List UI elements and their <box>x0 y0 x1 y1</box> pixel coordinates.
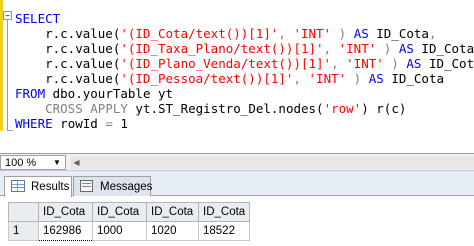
horizontal-scrollbar[interactable]: ◀ <box>70 156 474 169</box>
code-line[interactable]: r.c.value('(ID_Pessoa/text())[1]', 'INT'… <box>15 71 474 86</box>
code-line[interactable]: r.c.value('(ID_Taxa_Plano/text())[1]', '… <box>15 41 474 56</box>
code-token: '(ID_Plano_Venda/text())[1]' <box>120 56 332 71</box>
code-token: dbo.yourTable yt <box>45 86 174 101</box>
code-line[interactable]: SELECT <box>15 11 474 26</box>
code-token: r.c.value( <box>15 71 121 86</box>
code-token: 'row' <box>323 101 362 116</box>
code-token: , <box>293 71 309 86</box>
grid-corner[interactable] <box>8 202 39 222</box>
row-number[interactable]: 1 <box>8 221 39 241</box>
column-header[interactable]: ID_Cota <box>197 202 251 222</box>
code-token: , <box>331 56 347 71</box>
column-header[interactable]: ID_Cota <box>38 202 93 222</box>
collapse-icon[interactable]: − <box>3 11 12 20</box>
code-token: '(ID_Taxa_Plano/text())[1]' <box>120 41 324 56</box>
messages-icon <box>80 180 93 192</box>
zoom-value: 100 % <box>5 157 37 169</box>
code-line[interactable]: FROM dbo.yourTable yt <box>15 86 474 101</box>
zoom-dropdown[interactable]: 100 % ▼ <box>0 155 66 170</box>
code-token: ID_Cota <box>383 71 445 86</box>
results-panel: Results Messages ID_Cota ID_Cota ID_Cota… <box>0 171 474 246</box>
code-token: 'INT' <box>308 71 347 86</box>
code-token: r.c.value( <box>15 26 121 41</box>
code-token: 'INT' <box>338 41 377 56</box>
code-token: rowId <box>52 116 106 131</box>
code-token: ) <box>383 56 407 71</box>
code-token: r.c.value( <box>15 56 121 71</box>
code-token: , <box>323 41 339 56</box>
column-header[interactable]: ID_Cota <box>92 202 147 222</box>
code-token: ) r(c) <box>361 101 407 116</box>
code-token: ID_Cota <box>428 56 474 71</box>
grid-cell[interactable]: 162986 <box>38 221 93 241</box>
tab-messages[interactable]: Messages <box>73 176 153 196</box>
code-line[interactable]: r.c.value('(ID_Plano_Venda/text())[1]', … <box>15 56 474 71</box>
column-header[interactable]: ID_Cota <box>146 202 199 222</box>
results-grid[interactable]: ID_Cota ID_Cota ID_Cota ID_Cota 1 162986… <box>8 202 251 241</box>
code-line[interactable]: CROSS APPLY yt.ST_Registro_Del.nodes('ro… <box>15 101 474 116</box>
code-token: WHERE <box>15 116 53 131</box>
code-token: = <box>105 116 113 131</box>
grid-header-row: ID_Cota ID_Cota ID_Cota ID_Cota <box>8 202 251 222</box>
outline-line <box>7 20 8 131</box>
code-token: ID_Cota <box>368 26 429 41</box>
code-token: r.c.value( <box>15 41 121 56</box>
outline-end <box>7 130 13 131</box>
table-row[interactable]: 1 162986 1000 1020 18522 <box>8 221 251 241</box>
code-token: AS <box>406 56 422 71</box>
tab-results[interactable]: Results <box>4 176 72 197</box>
code-token: AS <box>368 71 384 86</box>
code-token: FROM <box>15 86 46 101</box>
tab-results-label: Results <box>31 181 70 193</box>
chevron-down-icon[interactable]: ▼ <box>51 157 63 169</box>
results-tab-strip: Results Messages <box>0 171 474 197</box>
grid-cell[interactable]: 1000 <box>92 221 147 241</box>
grid-cell[interactable]: 1020 <box>146 221 199 241</box>
code-token: ) <box>376 41 399 56</box>
zoom-bar: 100 % ▼ ◀ <box>0 153 474 171</box>
code-token: yt.ST_Registro_Del.nodes( <box>127 101 324 116</box>
code-line[interactable]: r.c.value('(ID_Cota/text())[1]', 'INT' )… <box>15 26 474 41</box>
code-token: , <box>428 26 437 41</box>
grid-icon <box>11 180 25 192</box>
code-token: , <box>278 26 294 41</box>
code-token: CROSS APPLY <box>45 101 128 116</box>
code-token: 1 <box>112 116 128 131</box>
code-token: '(ID_Cota/text())[1]' <box>120 26 279 41</box>
code-line[interactable]: WHERE rowId = 1 <box>15 116 474 131</box>
chevron-left-icon[interactable]: ◀ <box>70 156 83 169</box>
code-token: 'INT' <box>346 56 384 71</box>
grid-cell[interactable]: 18522 <box>197 221 251 241</box>
code-token: '(ID_Pessoa/text())[1]' <box>120 71 294 86</box>
sql-code[interactable]: SELECT r.c.value('(ID_Cota/text())[1]', … <box>15 11 474 131</box>
code-token: ) <box>346 71 369 86</box>
code-token: 'INT' <box>293 26 332 41</box>
code-token: SELECT <box>15 11 61 26</box>
sql-editor[interactable]: − SELECT r.c.value('(ID_Cota/text())[1]'… <box>0 0 474 153</box>
code-token: AS <box>353 26 369 41</box>
code-token: ID_Cota <box>413 41 474 56</box>
code-token: AS <box>398 41 414 56</box>
tab-messages-label: Messages <box>100 181 153 193</box>
code-token: ) <box>331 26 354 41</box>
